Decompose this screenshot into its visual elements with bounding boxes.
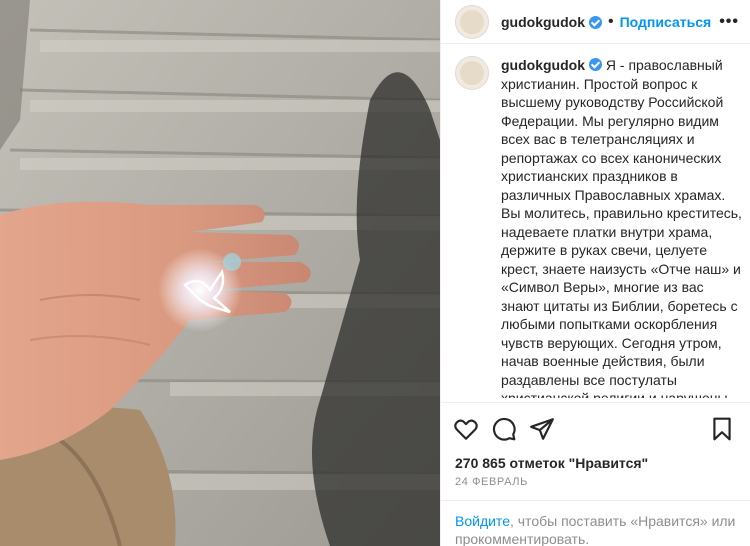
caption-text: gudokgudok Я - православный христианин. … xyxy=(501,56,745,398)
header-username[interactable]: gudokgudok xyxy=(501,14,585,30)
avatar-image xyxy=(460,61,484,85)
header-separator: • xyxy=(608,12,614,30)
login-prompt: Войдите, чтобы поставить «Нравится» или … xyxy=(441,500,750,546)
avatar-image xyxy=(460,9,484,34)
post-header: gudokgudok • Подписаться ••• xyxy=(441,0,750,44)
send-icon[interactable] xyxy=(529,416,555,442)
caption-username[interactable]: gudokgudok xyxy=(501,57,585,73)
likes-count[interactable]: 270 865 отметок "Нравится" xyxy=(455,455,648,471)
verified-badge-icon xyxy=(589,16,602,29)
follow-button[interactable]: Подписаться xyxy=(620,14,712,30)
more-options-icon[interactable]: ••• xyxy=(719,13,739,31)
post-caption: gudokgudok Я - православный христианин. … xyxy=(455,56,745,398)
comment-icon[interactable] xyxy=(491,416,517,442)
caption-avatar[interactable] xyxy=(455,56,489,90)
avatar[interactable] xyxy=(455,4,489,39)
login-link[interactable]: Войдите xyxy=(455,513,510,529)
photo-illustration xyxy=(0,0,440,546)
caption-body: Я - православный христианин. Простой воп… xyxy=(501,57,742,398)
post-panel: gudokgudok • Подписаться ••• gudokgudok … xyxy=(440,0,750,546)
heart-icon[interactable] xyxy=(453,416,479,442)
bookmark-icon[interactable] xyxy=(709,416,735,442)
post-photo[interactable] xyxy=(0,0,440,546)
verified-badge-icon xyxy=(589,58,602,71)
action-bar xyxy=(441,402,750,454)
post-date[interactable]: 24 февраль xyxy=(455,476,528,488)
